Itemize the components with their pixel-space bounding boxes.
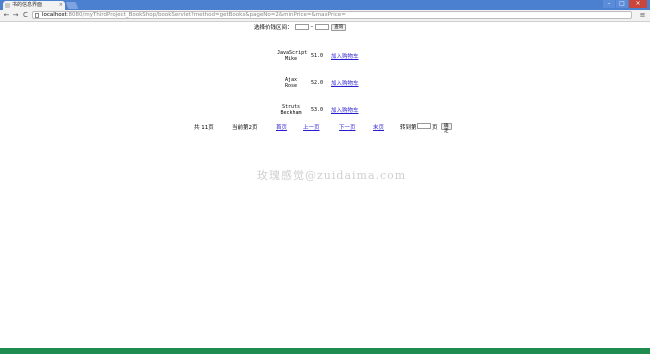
- page-icon: [35, 13, 39, 18]
- price-range-separator: –: [310, 24, 314, 30]
- window-controls: – □ ×: [603, 0, 647, 9]
- jump-page-input[interactable]: [417, 123, 431, 129]
- first-page-link[interactable]: 首页: [276, 123, 287, 131]
- current-page: 当前第2页: [232, 125, 258, 131]
- url-path: :8080/myThirdProject_BookShop/bookServle…: [66, 12, 346, 18]
- forward-icon[interactable]: →: [11, 11, 20, 20]
- book-title: JavaScript Mike: [277, 50, 307, 62]
- book-title: Ajax Rose: [277, 77, 305, 89]
- book-price: 53.0: [311, 107, 324, 113]
- book-row: Ajax Rose 52.0 加入购物车: [277, 76, 359, 90]
- book-author: Rose: [284, 83, 298, 89]
- back-icon[interactable]: ←: [2, 11, 11, 20]
- browser-tab[interactable]: 书的信息界面 ×: [3, 1, 65, 10]
- tab-close-icon[interactable]: ×: [59, 1, 63, 10]
- book-row: Struts Beckham 53.0 加入购物车: [277, 103, 359, 117]
- browser-titlebar: 书的信息界面 × – □ ×: [0, 0, 650, 10]
- favicon-icon: [5, 3, 10, 8]
- query-button[interactable]: 查询: [331, 23, 347, 31]
- book-author: Mike: [284, 56, 298, 62]
- os-taskbar: [0, 348, 650, 354]
- jump-suffix: 页: [432, 125, 438, 131]
- add-to-cart-link[interactable]: 加入购物车: [331, 79, 359, 87]
- jump-label: 转到第: [400, 125, 417, 131]
- close-window-button[interactable]: ×: [629, 0, 647, 8]
- book-price: 52.0: [311, 80, 324, 86]
- book-price: 51.0: [311, 53, 324, 59]
- price-filter-form: 选择价钱区间： – 查询: [254, 23, 347, 31]
- last-page-link[interactable]: 末页: [373, 123, 384, 131]
- book-title: Struts Beckham: [277, 104, 305, 116]
- prev-page-link[interactable]: 上一页: [303, 123, 320, 131]
- next-page-link[interactable]: 下一页: [339, 123, 356, 131]
- browser-menu-icon[interactable]: ≡: [638, 11, 647, 20]
- browser-toolbar: ← → C localhost:8080/myThirdProject_Book…: [0, 10, 650, 22]
- reload-icon[interactable]: C: [21, 11, 30, 20]
- total-pages: 共 11页: [194, 125, 214, 131]
- min-price-input[interactable]: [294, 24, 309, 30]
- new-tab-button[interactable]: [65, 2, 79, 9]
- confirm-jump-button[interactable]: 确定: [441, 123, 452, 134]
- add-to-cart-link[interactable]: 加入购物车: [331, 106, 359, 114]
- price-range-label: 选择价钱区间：: [254, 25, 293, 31]
- watermark-text: 玫瑰感觉@zuidaima.com: [257, 169, 407, 182]
- minimize-button[interactable]: –: [603, 0, 615, 8]
- book-author: Beckham: [280, 110, 302, 116]
- book-row: JavaScript Mike 51.0 加入购物车: [277, 49, 359, 63]
- address-bar[interactable]: localhost:8080/myThirdProject_BookShop/b…: [32, 11, 632, 19]
- url-host: localhost: [42, 12, 67, 18]
- maximize-button[interactable]: □: [616, 0, 628, 8]
- tab-title: 书的信息界面: [12, 2, 43, 8]
- add-to-cart-link[interactable]: 加入购物车: [331, 52, 359, 60]
- max-price-input[interactable]: [315, 24, 330, 30]
